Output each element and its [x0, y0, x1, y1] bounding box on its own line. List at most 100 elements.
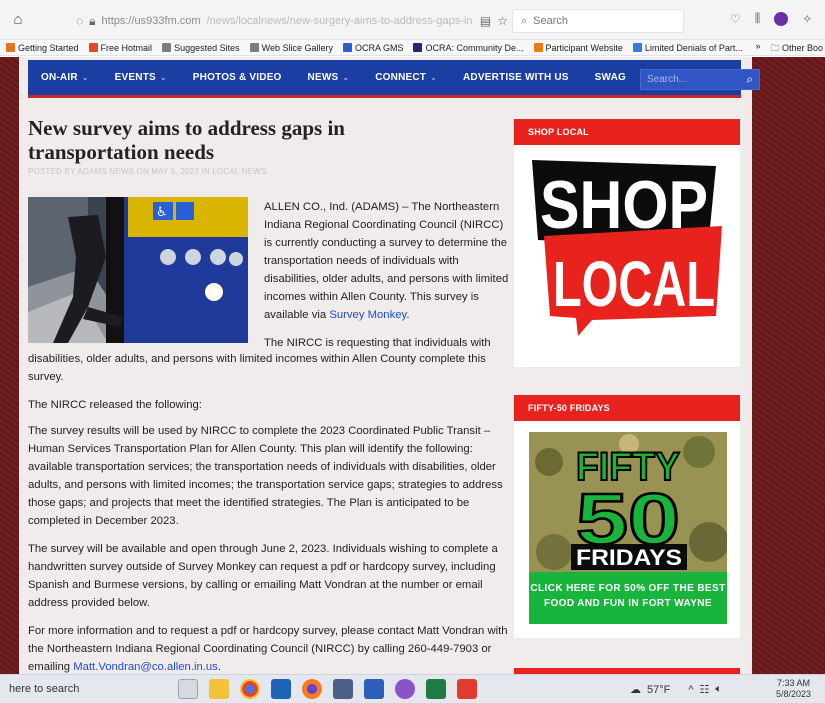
- url-path: /news/localnews/new-surgery-aims-to-addr…: [206, 15, 473, 27]
- shop-local-banner[interactable]: SHOP LOCAL: [530, 156, 724, 336]
- library-icon[interactable]: ⫼: [755, 11, 761, 26]
- fifty-fridays-header: FIFTY-50 FRIDAYS: [514, 395, 740, 421]
- nav-item-on-air[interactable]: ON-AIR ⌄: [28, 72, 102, 83]
- account-avatar-icon[interactable]: [774, 11, 789, 26]
- excel-icon[interactable]: [426, 679, 446, 699]
- nav-item-label: CONNECT: [375, 72, 427, 83]
- survey-monkey-link[interactable]: Survey Monkey: [329, 309, 406, 321]
- acrobat-icon[interactable]: [457, 679, 477, 699]
- other-bookmarks-label: Other Boo: [781, 43, 823, 53]
- bus-boarding-illustration: ♿: [28, 197, 248, 343]
- system-clock[interactable]: 7:33 AM 5/8/2023: [776, 678, 811, 700]
- nav-item-label: ADVERTISE WITH US: [463, 72, 569, 83]
- reader-view-icon[interactable]: ▤: [480, 14, 491, 28]
- bookmarks-overflow: » 🗀︎ Other Boo: [755, 41, 823, 55]
- chevron-down-icon: ⌄: [430, 73, 438, 82]
- bookmark-item[interactable]: Participant Website: [533, 42, 623, 53]
- shield-icon[interactable]: ◌: [76, 14, 83, 28]
- lede-text: ALLEN CO., Ind. (ADAMS) – The Northeaste…: [264, 201, 509, 321]
- article-paragraph-2-rest: disabilities, older adults, and persons …: [28, 353, 486, 383]
- search-icon[interactable]: ⌕: [746, 72, 753, 87]
- bookmark-favicon-icon: [88, 43, 98, 52]
- system-tray: ☁ 57°F ^ ☷ 🔈︎: [630, 683, 722, 696]
- chevron-down-icon: ⌄: [159, 73, 167, 82]
- bookmark-label: Suggested Sites: [174, 42, 240, 53]
- fridays-word: FRIDAYS: [576, 545, 682, 570]
- bookmark-item[interactable]: Free Hotmail: [88, 42, 153, 53]
- nav-item-photos-video[interactable]: PHOTOS & VIDEO: [180, 72, 295, 83]
- article-title: New survey aims to address gaps in trans…: [28, 116, 345, 164]
- search-icon: ⌕: [521, 14, 528, 27]
- pocket-icon[interactable]: ♡: [730, 12, 741, 26]
- weather-temp[interactable]: 57°F: [647, 684, 670, 696]
- app-icon[interactable]: [395, 679, 415, 699]
- weather-cloud-icon[interactable]: ☁: [630, 683, 641, 696]
- extensions-icon[interactable]: ✧: [802, 12, 812, 26]
- fifty-fridays-banner[interactable]: FIFTY 50 FRIDAYS CLICK HERE FOR 50% OFF …: [529, 432, 727, 624]
- nav-item-news[interactable]: NEWS ⌄: [295, 72, 363, 83]
- article-paragraph-6: For more information and to request a pd…: [28, 622, 510, 676]
- clock-time: 7:33 AM: [777, 678, 811, 688]
- bookmark-favicon-icon: [533, 43, 543, 52]
- outlook-icon[interactable]: [271, 679, 291, 699]
- nav-item-advertise-with-us[interactable]: ADVERTISE WITH US: [450, 72, 582, 83]
- paragraph-6-end: .: [217, 661, 221, 673]
- bookmark-star-icon[interactable]: ☆: [497, 14, 508, 28]
- bookmark-favicon-icon: [632, 43, 642, 52]
- article-lede: ALLEN CO., Ind. (ADAMS) – The Northeaste…: [264, 198, 510, 324]
- bookmark-favicon-icon: [249, 43, 259, 52]
- browser-search-input[interactable]: ⌕ Search: [512, 9, 684, 33]
- nav-item-connect[interactable]: CONNECT ⌄: [362, 72, 450, 83]
- bookmarks-bar: Getting Started Free Hotmail Suggested Sit…: [0, 40, 825, 56]
- chevron-down-icon: ⌄: [342, 73, 350, 82]
- site-nav: ON-AIR ⌄ EVENTS ⌄ PHOTOS & VIDEO NEWS ⌄ CONNECT…: [28, 60, 760, 98]
- nav-item-events[interactable]: EVENTS ⌄: [102, 72, 180, 83]
- bookmark-label: Participant Website: [545, 42, 623, 53]
- wheelchair-icon: ♿: [156, 205, 168, 220]
- shop-local-header: SHOP LOCAL: [514, 119, 740, 145]
- bookmark-label: Free Hotmail: [100, 42, 153, 53]
- bookmark-favicon-icon: [162, 43, 172, 52]
- network-icon[interactable]: ☷: [700, 683, 710, 696]
- firefox-icon[interactable]: [302, 679, 322, 699]
- task-view-icon[interactable]: [178, 679, 198, 699]
- word-icon[interactable]: [364, 679, 384, 699]
- article-paragraph-5: The survey will be available and open th…: [28, 543, 498, 609]
- address-bar[interactable]: ◌ 🔒︎ https://us933fm.com/news/localnews/…: [70, 10, 508, 32]
- bookmark-favicon-icon: [6, 43, 15, 52]
- site-search-placeholder: Search...: [647, 74, 688, 85]
- email-link[interactable]: Matt.Vondran@co.allen.in.us: [73, 661, 218, 673]
- url-host: https://us933fm.com: [101, 15, 201, 27]
- bookmark-item[interactable]: Limited Denials of Part...: [632, 43, 743, 53]
- snipping-tool-icon[interactable]: [333, 679, 353, 699]
- lede-end: .: [406, 309, 410, 321]
- nav-item-swag[interactable]: SWAG: [582, 72, 639, 83]
- taskbar-search[interactable]: here to search: [9, 683, 79, 695]
- volume-icon[interactable]: 🔈︎: [715, 683, 722, 696]
- bookmark-item[interactable]: Suggested Sites: [162, 43, 240, 53]
- site-search-input[interactable]: Search... ⌕: [640, 69, 760, 90]
- bookmarks-more-chevron[interactable]: »: [755, 41, 760, 55]
- bookmark-favicon-icon: [413, 43, 423, 52]
- taskbar-apps: [178, 679, 477, 699]
- file-explorer-icon[interactable]: [209, 679, 229, 699]
- article-photo: ♿: [28, 197, 248, 343]
- browser-toolbar: ⌂ ◌ 🔒︎ https://us933fm.com/news/localnew…: [0, 0, 825, 40]
- clock-date: 5/8/2023: [776, 689, 812, 699]
- nav-item-label: ON-AIR: [41, 72, 78, 83]
- article-paragraph-3: The NIRCC released the following:: [28, 399, 202, 411]
- bookmark-label: OCRA GMS: [354, 42, 404, 53]
- bookmark-favicon-icon: [342, 43, 352, 52]
- bookmark-label: Web Slice Gallery: [261, 42, 333, 53]
- bookmark-item[interactable]: Web Slice Gallery: [249, 42, 333, 53]
- chrome-icon[interactable]: [240, 679, 260, 699]
- bookmark-item[interactable]: OCRA GMS: [342, 42, 404, 53]
- home-icon[interactable]: ⌂: [9, 11, 27, 29]
- tray-chevron-icon[interactable]: ^: [688, 684, 693, 696]
- bookmark-item[interactable]: Getting Started: [6, 43, 79, 53]
- lock-icon[interactable]: 🔒︎: [89, 14, 95, 29]
- other-bookmarks-folder[interactable]: 🗀︎ Other Boo: [770, 41, 823, 55]
- bookmark-item[interactable]: OCRA: Community De...: [413, 42, 524, 53]
- bookmark-label: OCRA: Community De...: [425, 42, 524, 53]
- toolbar-icons: ♡ ⫼ ✧: [730, 11, 812, 26]
